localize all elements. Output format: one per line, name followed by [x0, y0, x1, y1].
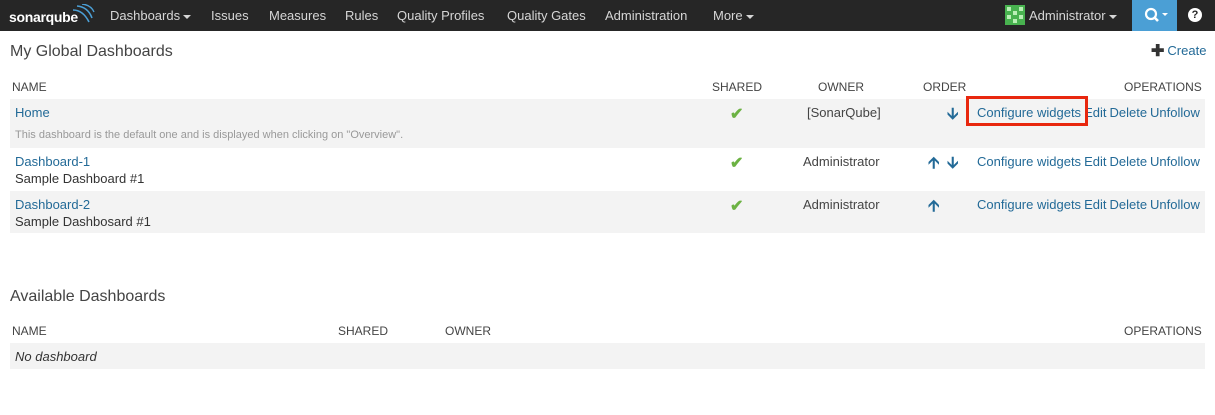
search-icon — [1144, 7, 1168, 22]
nav-more[interactable]: More — [713, 0, 754, 31]
row-operations: Configure widgets Edit Delete Unfollow — [977, 197, 1203, 212]
dashboard-description: Sample Dashboard #1 — [15, 171, 145, 186]
dashboard-description: This dashboard is the default one and is… — [15, 129, 404, 141]
empty-message: No dashboard — [15, 349, 97, 364]
user-name: Administrator — [1029, 8, 1106, 23]
dashboard-name-link[interactable]: Dashboard-1 — [15, 154, 90, 169]
table-row: Home This dashboard is the default one a… — [10, 96, 1205, 148]
arrow-up-icon[interactable]: 🡩 — [928, 195, 940, 222]
edit-link[interactable]: Edit — [1084, 154, 1106, 169]
header-shared: SHARED — [338, 324, 389, 338]
dashboard-description: Sample Dashbosard #1 — [15, 214, 151, 229]
nav-dashboards[interactable]: Dashboards — [110, 0, 192, 31]
header-name: NAME — [12, 324, 47, 338]
help-icon: ? — [1188, 8, 1202, 22]
chevron-down-icon — [745, 14, 754, 19]
owner: Administrator — [803, 197, 880, 212]
edit-link[interactable]: Edit — [1084, 197, 1106, 212]
logo-waves-icon — [72, 4, 95, 23]
empty-row: No dashboard — [10, 343, 1205, 369]
table-row: Dashboard-2 Sample Dashbosard #1 ✔ Admin… — [10, 191, 1205, 233]
dashboard-name-link[interactable]: Dashboard-2 — [15, 197, 90, 212]
nav-rules[interactable]: Rules — [345, 0, 378, 31]
available-dashboards-title: Available Dashboards — [10, 288, 166, 305]
dashboard-name-link[interactable]: Home — [15, 105, 50, 120]
sonarqube-logo[interactable]: sonarqube — [9, 4, 95, 26]
header-order: ORDER — [923, 80, 967, 94]
plus-icon: ✚ — [1151, 43, 1165, 60]
arrow-down-icon[interactable]: 🡫 — [947, 152, 959, 179]
arrow-down-icon[interactable]: 🡫 — [947, 103, 959, 130]
unfollow-link[interactable]: Unfollow — [1150, 105, 1200, 120]
delete-link[interactable]: Delete — [1109, 154, 1147, 169]
nav-issues[interactable]: Issues — [211, 0, 249, 31]
shared-check-icon: ✔ — [730, 155, 744, 172]
configure-widgets-link[interactable]: Configure widgets — [977, 154, 1081, 169]
table-row: Dashboard-1 Sample Dashboard #1 ✔ Admini… — [10, 148, 1205, 191]
arrow-up-icon[interactable]: 🡩 — [928, 152, 940, 179]
header-operations: OPERATIONS — [1124, 80, 1202, 94]
delete-link[interactable]: Delete — [1109, 105, 1147, 120]
top-navbar: sonarqube Dashboards Issues Measures Rul… — [0, 0, 1215, 31]
delete-link[interactable]: Delete — [1109, 197, 1147, 212]
header-owner: OWNER — [818, 80, 864, 94]
owner: [SonarQube] — [807, 105, 881, 120]
header-name: NAME — [12, 80, 47, 94]
row-operations: Configure widgets Edit Delete Unfollow — [977, 154, 1203, 169]
header-owner: OWNER — [445, 324, 491, 338]
chevron-down-icon — [183, 14, 192, 19]
create-dashboard-link[interactable]: ✚ Create — [1151, 41, 1206, 61]
configure-widgets-link[interactable]: Configure widgets — [977, 197, 1081, 212]
available-table-header: NAME SHARED OWNER OPERATIONS — [10, 324, 1205, 344]
highlight-box — [966, 96, 1088, 126]
search-button[interactable] — [1132, 0, 1177, 31]
avatar — [1005, 5, 1025, 25]
logo-text: sonarqube — [9, 9, 78, 25]
global-dashboards-title: My Global Dashboards — [10, 43, 173, 60]
unfollow-link[interactable]: Unfollow — [1150, 197, 1200, 212]
help-button[interactable]: ? — [1177, 0, 1215, 31]
unfollow-link[interactable]: Unfollow — [1150, 154, 1200, 169]
nav-administration[interactable]: Administration — [605, 0, 687, 31]
nav-quality-gates[interactable]: Quality Gates — [507, 0, 586, 31]
header-operations: OPERATIONS — [1124, 324, 1202, 338]
shared-check-icon: ✔ — [730, 198, 744, 215]
header-shared: SHARED — [712, 80, 763, 94]
owner: Administrator — [803, 154, 880, 169]
nav-quality-profiles[interactable]: Quality Profiles — [397, 0, 484, 31]
shared-check-icon: ✔ — [730, 106, 744, 123]
nav-measures[interactable]: Measures — [269, 0, 326, 31]
chevron-down-icon — [1108, 14, 1117, 19]
